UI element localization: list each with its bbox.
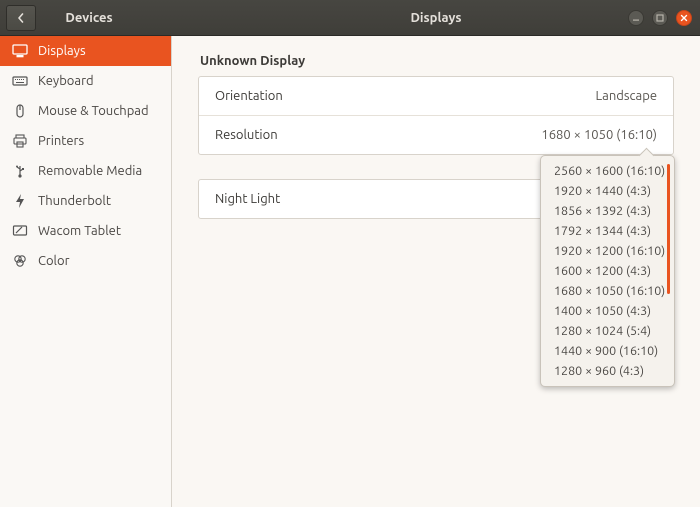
sidebar-item-removable[interactable]: Removable Media bbox=[0, 156, 171, 186]
sidebar-item-thunderbolt[interactable]: Thunderbolt bbox=[0, 186, 171, 216]
orientation-label: Orientation bbox=[215, 89, 283, 103]
main-area: Displays Keyboard Mouse & Touchpad Print… bbox=[0, 36, 700, 507]
orientation-row[interactable]: Orientation Landscape bbox=[199, 77, 673, 115]
titlebar-center-title: Displays bbox=[172, 11, 700, 25]
resolution-option[interactable]: 1280 × 1024 (5:4) bbox=[546, 321, 664, 341]
resolution-dropdown[interactable]: 2560 × 1600 (16:10) 1920 × 1440 (4:3) 18… bbox=[540, 155, 675, 387]
usb-icon bbox=[12, 163, 28, 179]
minimize-icon bbox=[632, 14, 640, 22]
sidebar-item-label: Displays bbox=[38, 44, 86, 58]
display-icon bbox=[12, 43, 28, 59]
sidebar-item-label: Keyboard bbox=[38, 74, 94, 88]
resolution-option[interactable]: 1280 × 960 (4:3) bbox=[546, 361, 664, 381]
resolution-option[interactable]: 1680 × 1050 (16:10) bbox=[546, 281, 664, 301]
mouse-icon bbox=[12, 103, 28, 119]
printer-icon bbox=[12, 133, 28, 149]
resolution-option[interactable]: 1400 × 1050 (4:3) bbox=[546, 301, 664, 321]
titlebar-left: Devices bbox=[0, 0, 172, 35]
keyboard-icon bbox=[12, 73, 28, 89]
resolution-label: Resolution bbox=[215, 128, 278, 142]
sidebar-item-displays[interactable]: Displays bbox=[0, 36, 171, 66]
sidebar-item-color[interactable]: Color bbox=[0, 246, 171, 276]
resolution-option[interactable]: 1920 × 1200 (16:10) bbox=[546, 241, 664, 261]
resolution-option[interactable]: 1920 × 1440 (4:3) bbox=[546, 181, 664, 201]
resolution-value: 1680 × 1050 (16:10) bbox=[541, 128, 657, 142]
color-icon bbox=[12, 253, 28, 269]
sidebar-item-label: Thunderbolt bbox=[38, 194, 111, 208]
chevron-left-icon bbox=[16, 13, 26, 23]
resolution-option[interactable]: 1440 × 900 (16:10) bbox=[546, 341, 664, 361]
back-button[interactable] bbox=[6, 5, 36, 31]
sidebar-item-mouse[interactable]: Mouse & Touchpad bbox=[0, 96, 171, 126]
section-heading: Unknown Display bbox=[198, 54, 674, 68]
titlebar-right: Displays bbox=[172, 0, 700, 35]
nightlight-label: Night Light bbox=[215, 192, 280, 206]
resolution-option[interactable]: 1792 × 1344 (4:3) bbox=[546, 221, 664, 241]
maximize-icon bbox=[656, 14, 664, 22]
titlebar: Devices Displays bbox=[0, 0, 700, 36]
sidebar-item-keyboard[interactable]: Keyboard bbox=[0, 66, 171, 96]
titlebar-left-title: Devices bbox=[42, 11, 166, 25]
sidebar-item-printers[interactable]: Printers bbox=[0, 126, 171, 156]
display-settings-panel: Orientation Landscape Resolution 1680 × … bbox=[198, 76, 674, 155]
resolution-option[interactable]: 1856 × 1392 (4:3) bbox=[546, 201, 664, 221]
close-button[interactable] bbox=[676, 10, 692, 26]
sidebar-item-label: Removable Media bbox=[38, 164, 142, 178]
sidebar-item-label: Printers bbox=[38, 134, 84, 148]
sidebar-item-label: Color bbox=[38, 254, 70, 268]
tablet-icon bbox=[12, 223, 28, 239]
resolution-row[interactable]: Resolution 1680 × 1050 (16:10) bbox=[199, 115, 673, 154]
dropdown-scrollbar[interactable] bbox=[667, 164, 670, 294]
orientation-value: Landscape bbox=[596, 89, 657, 103]
thunderbolt-icon bbox=[12, 193, 28, 209]
sidebar-item-label: Mouse & Touchpad bbox=[38, 104, 149, 118]
sidebar-item-wacom[interactable]: Wacom Tablet bbox=[0, 216, 171, 246]
sidebar: Displays Keyboard Mouse & Touchpad Print… bbox=[0, 36, 172, 507]
resolution-option[interactable]: 2560 × 1600 (16:10) bbox=[546, 161, 664, 181]
close-icon bbox=[680, 14, 688, 22]
content-area: Unknown Display Orientation Landscape Re… bbox=[172, 36, 700, 507]
resolution-option[interactable]: 1600 × 1200 (4:3) bbox=[546, 261, 664, 281]
sidebar-item-label: Wacom Tablet bbox=[38, 224, 121, 238]
window-controls bbox=[628, 10, 700, 26]
maximize-button[interactable] bbox=[652, 10, 668, 26]
minimize-button[interactable] bbox=[628, 10, 644, 26]
